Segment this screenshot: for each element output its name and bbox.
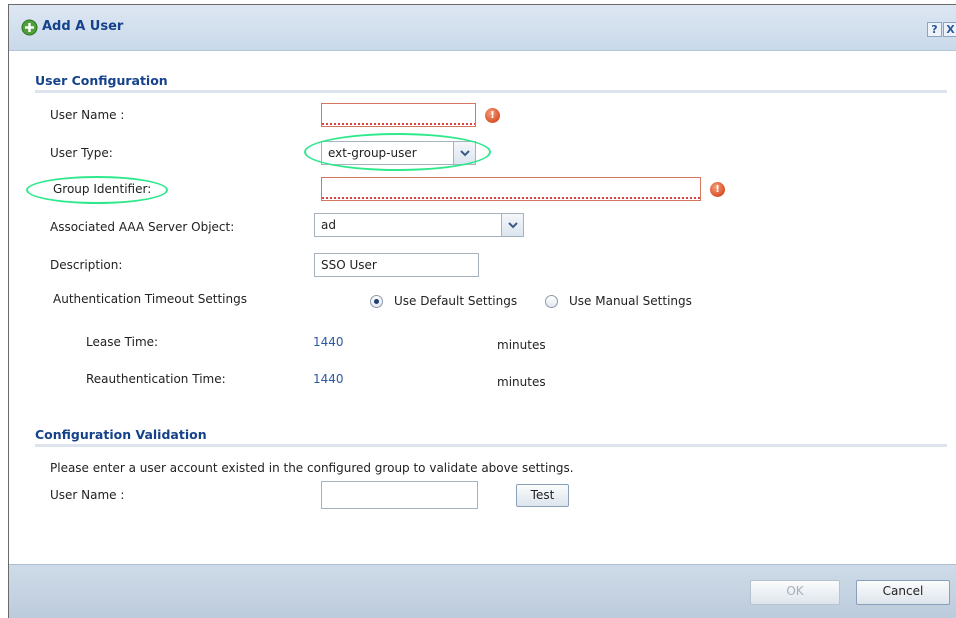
- aaa-server-dropdown-arrow[interactable]: [501, 214, 523, 236]
- lease-time-label: Lease Time:: [86, 335, 159, 349]
- close-button[interactable]: X: [943, 22, 956, 37]
- lease-time-unit: minutes: [497, 338, 546, 352]
- dialog-content: User Configuration User Name : ! User Ty…: [9, 52, 956, 564]
- use-default-settings-label[interactable]: Use Default Settings: [394, 294, 517, 308]
- section-divider: [35, 444, 947, 447]
- section-divider: [35, 90, 947, 93]
- lease-time-value: 1440: [313, 335, 344, 349]
- add-user-dialog: Add A User ? X User Configuration User N…: [8, 4, 956, 618]
- aaa-server-object-value: ad: [321, 218, 336, 232]
- configuration-validation-title: Configuration Validation: [35, 427, 207, 442]
- description-label: Description:: [50, 258, 123, 272]
- reauthentication-time-value: 1440: [313, 372, 344, 386]
- validation-user-name-input[interactable]: [321, 481, 478, 509]
- aaa-server-object-select[interactable]: ad: [314, 213, 524, 237]
- use-default-settings-radio[interactable]: [370, 295, 383, 308]
- test-button[interactable]: Test: [516, 484, 569, 507]
- user-configuration-title: User Configuration: [35, 73, 168, 88]
- chevron-down-icon: [508, 222, 518, 229]
- group-identifier-highlight-ring: [26, 176, 168, 204]
- reauthentication-time-unit: minutes: [497, 375, 546, 389]
- validation-user-name-label: User Name :: [50, 488, 125, 502]
- user-name-input[interactable]: [321, 103, 476, 127]
- group-identifier-error-icon: !: [710, 182, 725, 197]
- use-manual-settings-radio[interactable]: [545, 295, 558, 308]
- user-name-error-icon: !: [485, 108, 500, 123]
- user-type-label: User Type:: [50, 146, 113, 160]
- help-button[interactable]: ?: [927, 22, 942, 37]
- dialog-titlebar: Add A User ? X: [9, 5, 956, 51]
- dialog-title: Add A User: [42, 19, 124, 34]
- dialog-footer: OK Cancel: [9, 564, 956, 618]
- description-input[interactable]: [314, 253, 479, 277]
- add-user-icon: [21, 19, 38, 36]
- group-identifier-input[interactable]: [321, 177, 701, 201]
- user-type-highlight-ring: [304, 133, 491, 171]
- aaa-server-object-label: Associated AAA Server Object:: [50, 220, 235, 234]
- user-name-label: User Name :: [50, 108, 125, 122]
- ok-button[interactable]: OK: [750, 580, 840, 605]
- reauthentication-time-label: Reauthentication Time:: [86, 372, 226, 386]
- use-manual-settings-label[interactable]: Use Manual Settings: [569, 294, 692, 308]
- cancel-button[interactable]: Cancel: [856, 580, 950, 605]
- auth-timeout-settings-label: Authentication Timeout Settings: [53, 292, 247, 306]
- validation-instruction: Please enter a user account existed in t…: [50, 461, 574, 475]
